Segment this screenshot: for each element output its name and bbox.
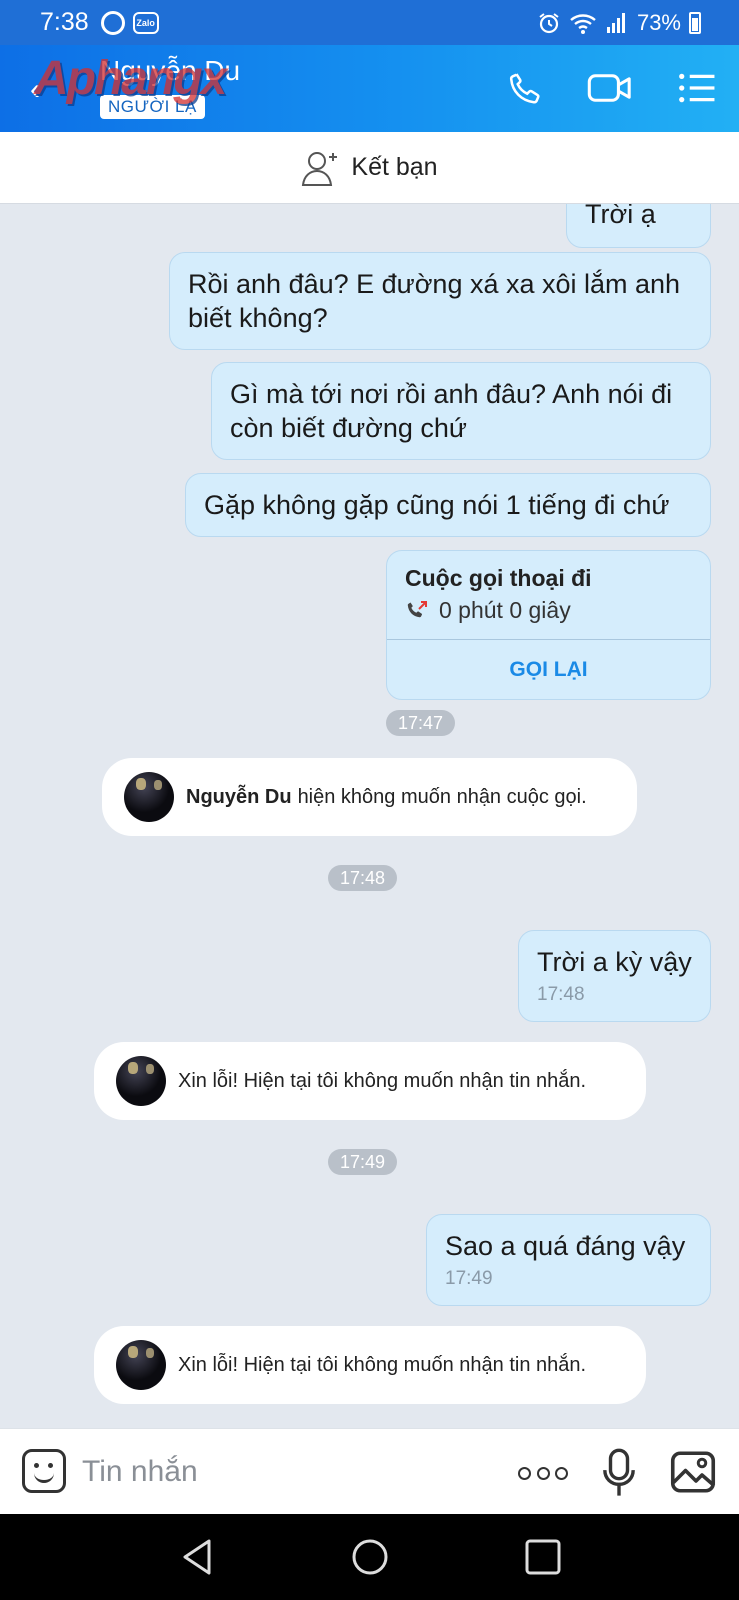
more-options-button[interactable] bbox=[518, 1467, 568, 1481]
timestamp-pill: 17:47 bbox=[386, 710, 456, 736]
chat-options-button[interactable] bbox=[672, 65, 722, 111]
system-navigation-bar bbox=[0, 1514, 739, 1600]
message-bubble-outgoing[interactable]: Sao a quá đáng vậy 17:49 bbox=[426, 1214, 711, 1306]
message-text: Sao a quá đáng vậy bbox=[445, 1231, 686, 1261]
message-bubble-outgoing[interactable]: Trời ạ bbox=[566, 204, 711, 248]
message-text: Gặp không gặp cũng nói 1 tiếng đi chứ bbox=[204, 490, 670, 520]
system-message-name: Nguyễn Du bbox=[186, 785, 292, 808]
status-bar: 7:38 Zalo 73% bbox=[0, 0, 739, 45]
add-friend-icon bbox=[302, 151, 338, 186]
system-message: Xin lỗi! Hiện tại tôi không muốn nhận ti… bbox=[94, 1042, 646, 1120]
message-text: Rồi anh đâu? E đường xá xa xôi lắm anh b… bbox=[188, 269, 681, 333]
message-bubble-outgoing[interactable]: Rồi anh đâu? E đường xá xa xôi lắm anh b… bbox=[169, 252, 711, 350]
call-duration: 0 phút 0 giây bbox=[439, 597, 571, 623]
status-icons: 73% bbox=[537, 10, 701, 36]
dot-icon bbox=[518, 1467, 531, 1480]
call-back-button[interactable]: GỌI LẠI bbox=[387, 639, 710, 699]
avatar[interactable] bbox=[124, 772, 174, 822]
call-title: Cuộc gọi thoại đi bbox=[405, 565, 592, 591]
clock: 7:38 bbox=[40, 8, 89, 36]
image-gallery-icon[interactable] bbox=[670, 1451, 716, 1493]
alarm-icon bbox=[539, 12, 559, 33]
message-input-bar bbox=[0, 1428, 739, 1514]
dot-icon bbox=[555, 1467, 568, 1480]
battery-percent: 73% bbox=[636, 9, 681, 35]
chat-area[interactable]: Trời ạ Rồi anh đâu? E đường xá xa xôi lắ… bbox=[0, 204, 739, 1428]
timestamp-pill: 17:49 bbox=[328, 1149, 398, 1175]
video-call-button[interactable] bbox=[585, 65, 635, 111]
outgoing-call-icon bbox=[407, 600, 427, 617]
call-card: Cuộc gọi thoại đi 0 phút 0 giây GỌI LẠI bbox=[386, 550, 711, 700]
timestamp-pill: 17:48 bbox=[328, 865, 398, 891]
sticker-emoji-icon[interactable] bbox=[22, 1449, 66, 1493]
nav-recents-button[interactable] bbox=[513, 1527, 573, 1587]
signal-icon bbox=[606, 12, 625, 33]
dot-icon bbox=[536, 1467, 550, 1480]
avatar[interactable] bbox=[116, 1056, 166, 1106]
system-message-text: Xin lỗi! Hiện tại tôi không muốn nhận ti… bbox=[178, 1069, 587, 1092]
system-message: Nguyễn Du hiện không muốn nhận cuộc gọi. bbox=[102, 758, 637, 836]
voice-call-button[interactable] bbox=[500, 65, 550, 111]
add-friend-label: Kết bạn bbox=[351, 153, 438, 181]
message-bubble-outgoing[interactable]: Gì mà tới nơi rồi anh đâu? Anh nói đi cò… bbox=[211, 362, 711, 460]
avatar[interactable] bbox=[116, 1340, 166, 1390]
message-text: Trời ạ bbox=[585, 204, 656, 229]
recents-square-icon bbox=[525, 1539, 560, 1575]
message-input[interactable] bbox=[82, 1449, 442, 1495]
notification-circle-icon bbox=[100, 10, 125, 35]
system-message-text: Xin lỗi! Hiện tại tôi không muốn nhận ti… bbox=[178, 1353, 587, 1376]
back-triangle-icon bbox=[183, 1539, 210, 1575]
nav-home-button[interactable] bbox=[340, 1527, 400, 1587]
message-time: 17:49 bbox=[445, 1268, 493, 1289]
call-duration-row: 0 phút 0 giây bbox=[405, 597, 571, 624]
battery-icon bbox=[689, 11, 701, 34]
wifi-icon bbox=[570, 13, 596, 34]
microphone-icon[interactable] bbox=[602, 1447, 636, 1499]
menu-list-icon bbox=[679, 73, 715, 103]
nav-back-button[interactable] bbox=[167, 1527, 227, 1587]
zalo-notification-icon: Zalo bbox=[132, 11, 159, 34]
phone-icon bbox=[509, 73, 540, 104]
system-message-text: hiện không muốn nhận cuộc gọi. bbox=[297, 785, 587, 808]
message-bubble-outgoing[interactable]: Gặp không gặp cũng nói 1 tiếng đi chứ bbox=[185, 473, 711, 537]
add-friend-bar[interactable]: Kết bạn bbox=[0, 132, 739, 204]
system-message: Xin lỗi! Hiện tại tôi không muốn nhận ti… bbox=[94, 1326, 646, 1404]
video-camera-icon bbox=[587, 74, 631, 102]
message-bubble-outgoing[interactable]: Trời a kỳ vậy 17:48 bbox=[518, 930, 711, 1022]
watermark-logo: Aphangx bbox=[34, 52, 227, 105]
message-time: 17:48 bbox=[537, 984, 585, 1005]
message-text: Trời a kỳ vậy bbox=[537, 947, 692, 977]
home-circle-icon bbox=[352, 1539, 387, 1575]
message-text: Gì mà tới nơi rồi anh đâu? Anh nói đi cò… bbox=[230, 379, 673, 443]
chat-header: ‹ Nguyễn Du NGƯỜI LẠ Aphangx bbox=[0, 45, 739, 132]
